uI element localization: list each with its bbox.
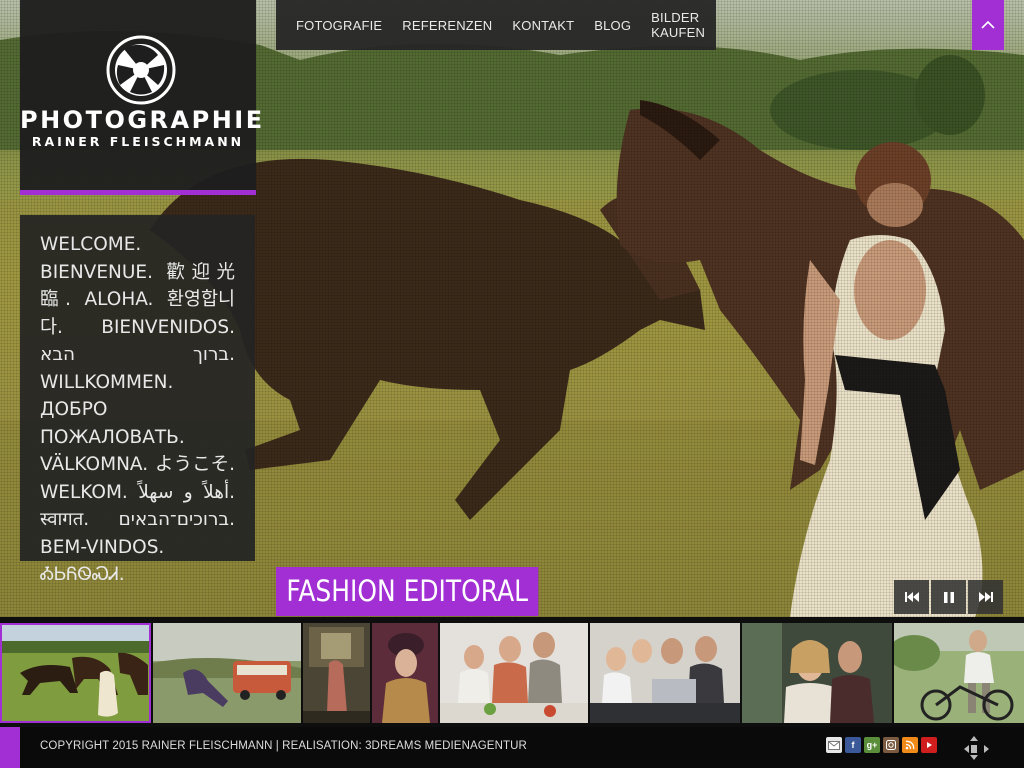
social-links: f g+ [826,737,937,753]
nav-item-kontakt[interactable]: KONTAKT [502,18,584,33]
rss-icon[interactable] [902,737,918,753]
scroll-to-top-button[interactable] [972,0,1004,50]
thumbnail-costume-portrait[interactable] [372,623,438,723]
thumbnail-vintage-room[interactable] [303,623,370,723]
camera-aperture-icon [106,35,176,105]
nav-item-referenzen[interactable]: REFERENZEN [392,18,502,33]
previous-icon [904,592,919,602]
site-logo[interactable]: PHOTOGRAPHIE RAINER FLEISCHMANN [20,0,265,195]
footer-accent-bar [0,727,20,768]
thumbnail-family-laptop[interactable] [590,623,740,723]
thumbnail-family-kitchen[interactable] [440,623,588,723]
thumbnail-man-bicycle[interactable] [894,623,1024,723]
facebook-icon[interactable]: f [845,737,861,753]
keyboard-navigation-arrows-icon[interactable] [957,735,991,761]
slide-caption: FASHION EDITORAL [276,567,539,616]
welcome-panel: WELCOME. BIENVENUE. 歡迎光臨. ALOHA. 환영합니다. … [20,215,255,585]
chevron-up-icon [981,20,995,29]
nav-item-bilder-kaufen[interactable]: BILDER KAUFEN [641,10,716,40]
thumbnail-strip [0,617,1024,727]
thumbnail-camper-van[interactable] [153,623,301,723]
nav-item-fotografie[interactable]: FOTOGRAFIE [286,18,392,33]
pause-icon [943,591,954,603]
thumbnail-horses-meadow[interactable] [0,623,151,723]
previous-slide-button[interactable] [894,580,929,614]
google-plus-icon[interactable]: g+ [864,737,880,753]
logo-title: PHOTOGRAPHIE [20,106,265,134]
instagram-icon[interactable] [883,737,899,753]
next-slide-button[interactable] [968,580,1003,614]
welcome-text: WELCOME. BIENVENUE. 歡迎光臨. ALOHA. 환영합니다. … [40,234,235,585]
main-navigation: FOTOGRAFIE REFERENZEN KONTAKT BLOG BILDE… [276,0,716,50]
logo-subtitle: RAINER FLEISCHMANN [31,134,245,149]
thumbnail-couple-portrait[interactable] [742,623,892,723]
copyright-text: COPYRIGHT 2015 RAINER FLEISCHMANN | REAL… [40,740,527,752]
next-icon [978,592,993,602]
nav-item-blog[interactable]: BLOG [584,18,641,33]
youtube-icon[interactable] [921,737,937,753]
pause-slide-button[interactable] [931,580,966,614]
mail-icon[interactable] [826,737,842,753]
slideshow-controls [894,580,1003,614]
